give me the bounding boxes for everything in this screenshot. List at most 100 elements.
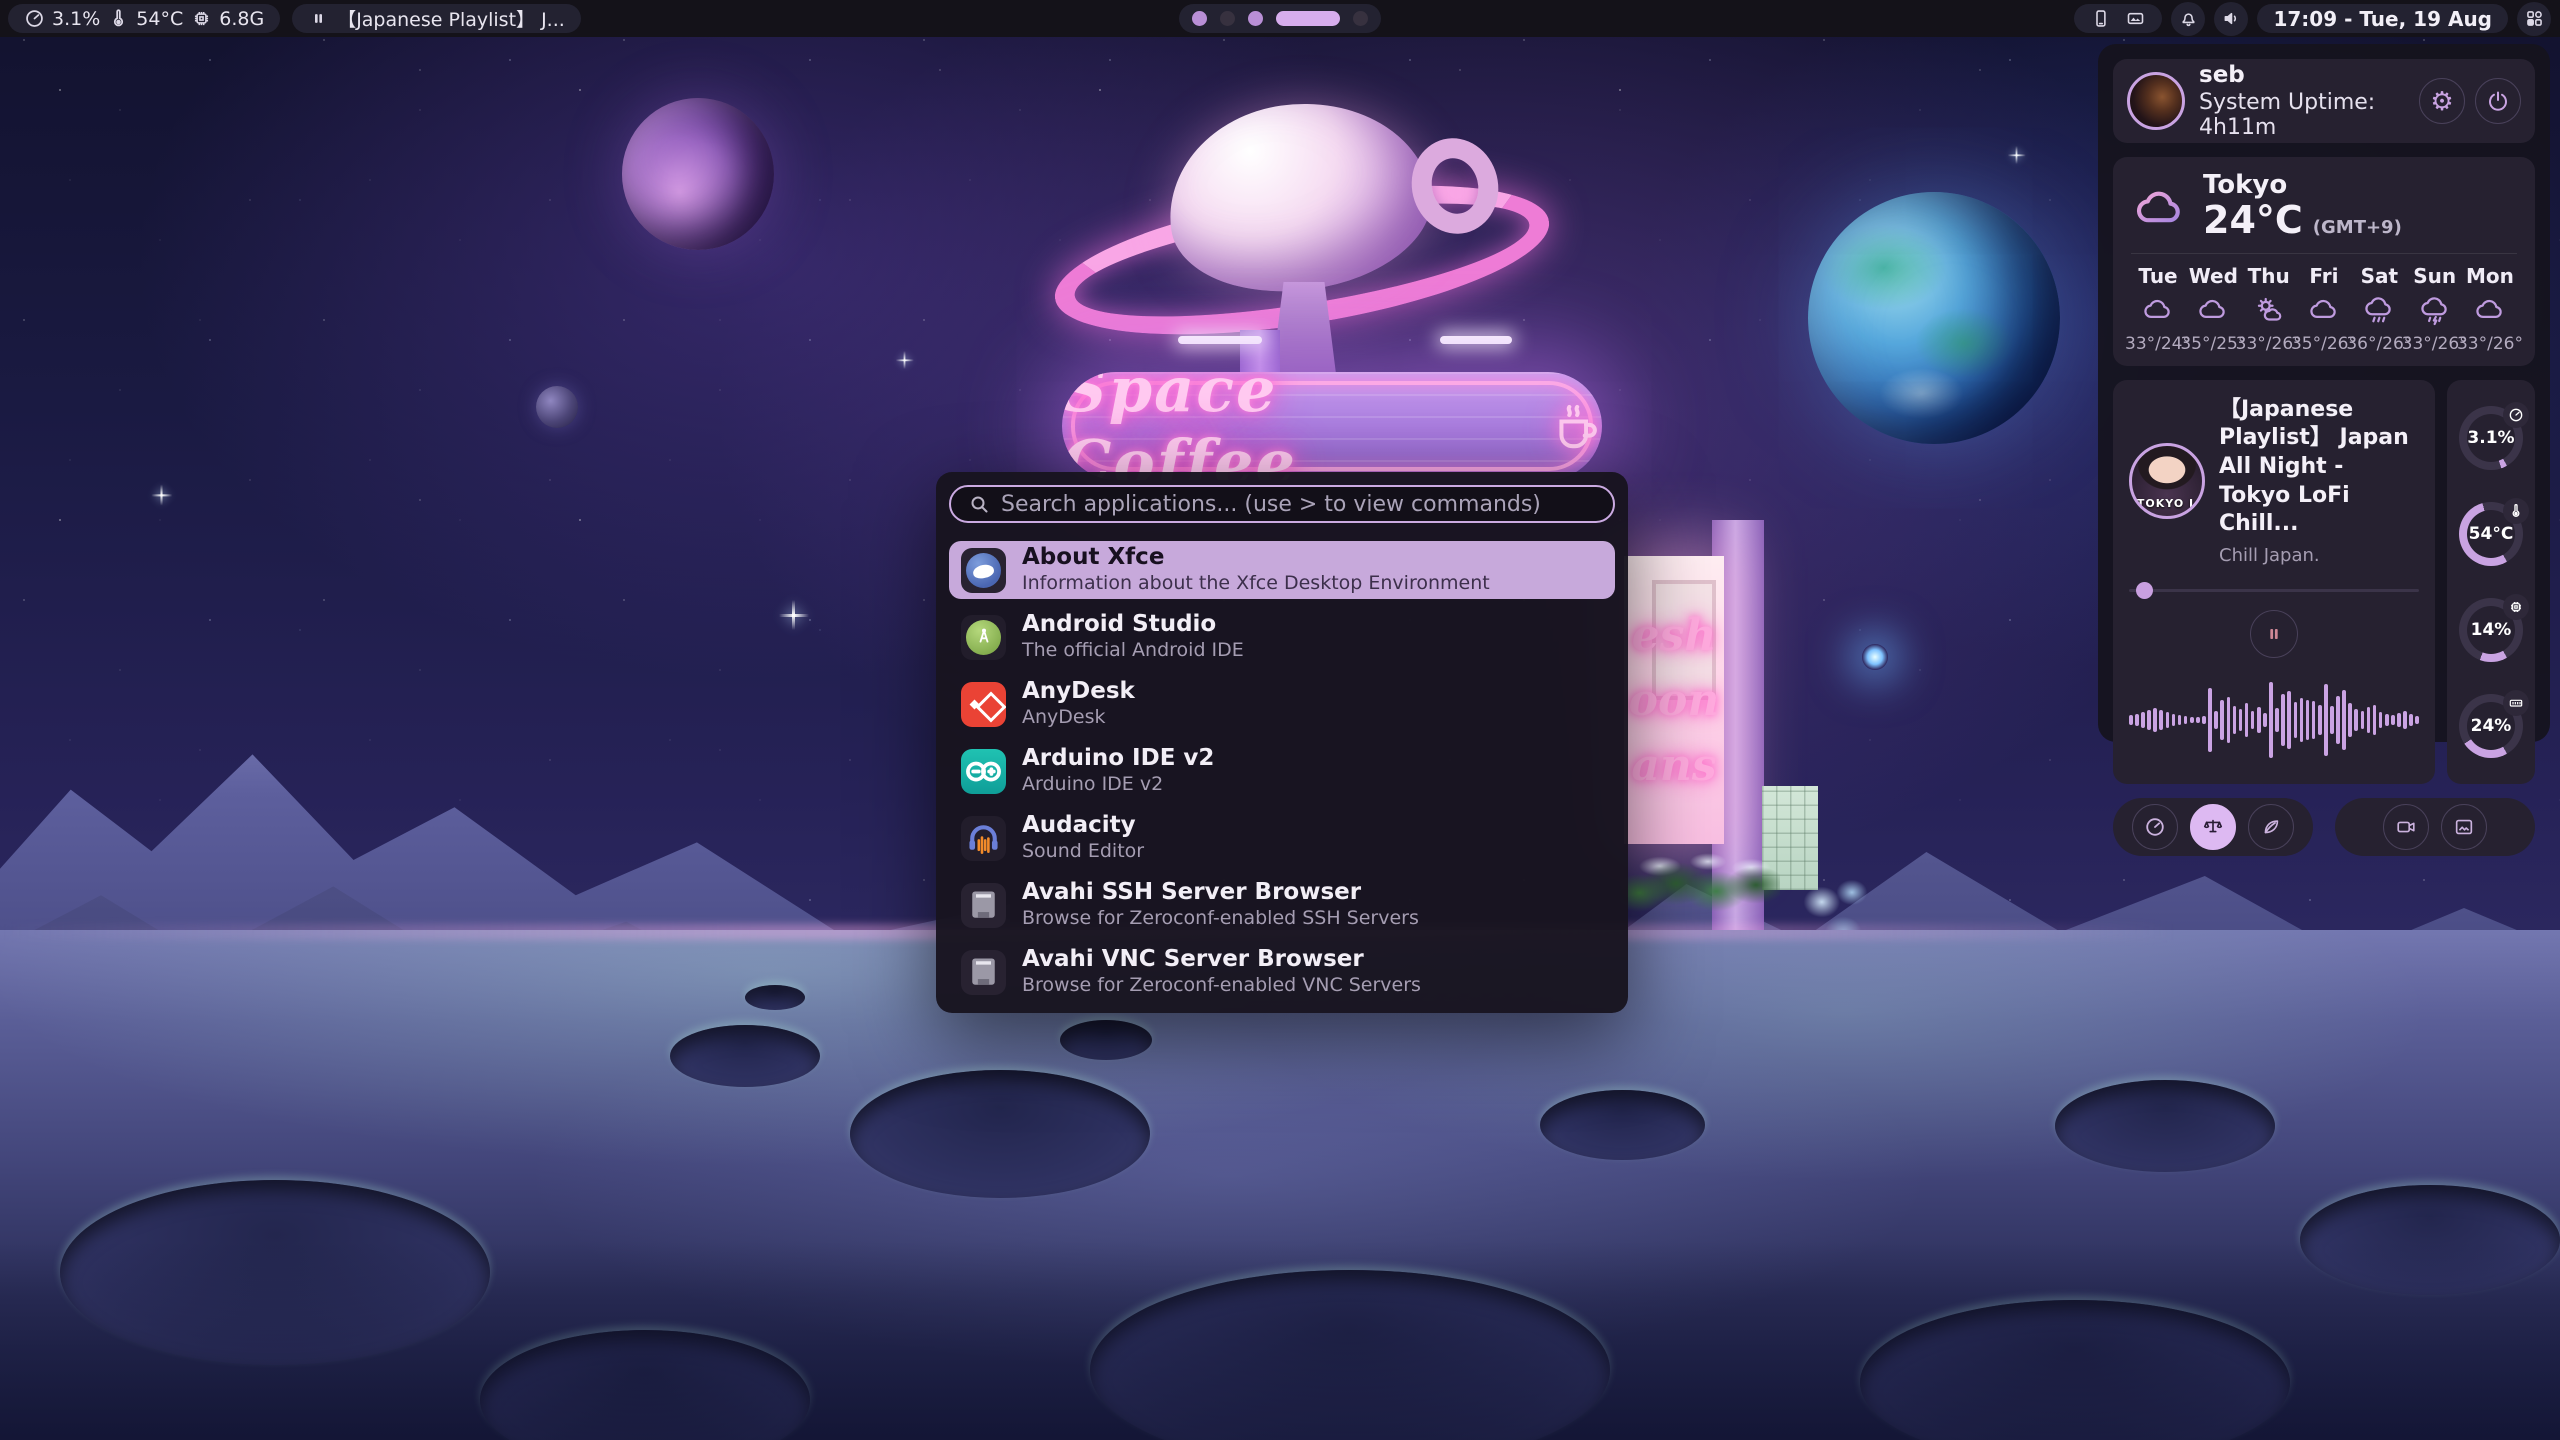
- volume-button[interactable]: [2214, 2, 2248, 36]
- scales-icon: [2202, 816, 2224, 838]
- media-progress-thumb[interactable]: [2136, 582, 2153, 599]
- screen-record-button[interactable]: [2383, 804, 2429, 850]
- screenshot-button[interactable]: [2441, 804, 2487, 850]
- search-input[interactable]: [1001, 492, 1597, 517]
- balanced-button[interactable]: [2190, 804, 2236, 850]
- crater: [1540, 1090, 1705, 1160]
- tray-devices-module[interactable]: [2074, 4, 2162, 33]
- visualizer-bar: [2220, 700, 2224, 740]
- clock-module[interactable]: 17:09 - Tue, 19 Aug: [2257, 4, 2508, 33]
- crater: [670, 1025, 820, 1087]
- visualizer-bar: [2336, 696, 2340, 744]
- user-card: seb System Uptime: 4h11m ⚙: [2113, 59, 2535, 143]
- storm-icon: [2419, 294, 2451, 328]
- visualizer-bar: [2397, 713, 2401, 727]
- seek-track: [2129, 589, 2419, 592]
- workspace-dot-active[interactable]: [1276, 11, 1340, 26]
- visualizer-bar: [2300, 698, 2304, 742]
- network-icon: [961, 883, 1006, 928]
- powersave-button[interactable]: [2248, 804, 2294, 850]
- visualizer-bar: [2385, 714, 2389, 726]
- track-artist: Chill Japan.: [2219, 545, 2419, 566]
- app-title: Avahi SSH Server Browser: [1022, 879, 1419, 907]
- workspace-dot[interactable]: [1192, 11, 1207, 26]
- app-item-android-studio[interactable]: Android Studio The official Android IDE: [949, 608, 1615, 666]
- visualizer-bar: [2373, 705, 2377, 735]
- forecast-day: Sun 33°/26°: [2408, 264, 2462, 354]
- visualizer-bar: [2153, 708, 2157, 732]
- track-title-line1: 【Japanese Playlist】 Japan: [2219, 396, 2419, 453]
- weather-card: Tokyo 24°C (GMT+9) Tue 33°/24° Wed: [2113, 157, 2535, 366]
- chip-icon: [191, 8, 212, 29]
- avatar: [2127, 72, 2185, 130]
- screenshot-icon: [2453, 816, 2475, 838]
- app-title: Avahi VNC Server Browser: [1022, 946, 1421, 974]
- notifications-button[interactable]: [2171, 2, 2205, 36]
- app-item-anydesk[interactable]: AnyDesk AnyDesk: [949, 675, 1615, 733]
- speedometer-icon: [2144, 816, 2166, 838]
- track-title-line2: All Night - Tokyo LoFi Chill...: [2219, 453, 2419, 539]
- visualizer-bar: [2245, 703, 2249, 737]
- crater: [1090, 1270, 1610, 1440]
- settings-button[interactable]: ⚙: [2419, 78, 2465, 124]
- media-player-card: TOKYO L 【Japanese Playlist】 Japan All Ni…: [2113, 380, 2435, 784]
- workspace-indicator[interactable]: [1179, 4, 1381, 33]
- top-panel: 3.1% 54°C 6.8G 【Japanese Playlist】 J...: [0, 0, 2560, 37]
- system-stats-module[interactable]: 3.1% 54°C 6.8G: [8, 4, 280, 33]
- neon-sign-text: Space Coffee: [1062, 372, 1534, 480]
- crater: [2300, 1185, 2560, 1295]
- album-art: TOKYO L: [2129, 443, 2205, 519]
- visualizer-bar: [2294, 702, 2298, 738]
- cloud-icon: [2474, 294, 2506, 328]
- pause-icon: [2263, 623, 2285, 645]
- now-playing-module[interactable]: 【Japanese Playlist】 J...: [292, 4, 581, 33]
- visualizer-bar: [2178, 715, 2182, 725]
- workspace-dot[interactable]: [1353, 11, 1368, 26]
- temp-gauge: 54°C: [2459, 502, 2523, 566]
- forecast-day: Fri 35°/26°: [2297, 264, 2351, 354]
- power-button[interactable]: [2475, 78, 2521, 124]
- forecast-day: Sat 36°/26°: [2352, 264, 2406, 354]
- app-description: The official Android IDE: [1022, 639, 1244, 663]
- visualizer-bar: [2202, 716, 2206, 724]
- disk-gauge: 24%: [2459, 694, 2523, 758]
- app-item-avahi-ssh[interactable]: Avahi SSH Server Browser Browse for Zero…: [949, 876, 1615, 934]
- cpu-temp: 54°C: [136, 8, 183, 30]
- app-title: Audacity: [1022, 812, 1144, 840]
- seek-slider[interactable]: [2129, 582, 2419, 598]
- performance-button[interactable]: [2132, 804, 2178, 850]
- volume-icon: [2221, 8, 2242, 29]
- visualizer-bar: [2159, 710, 2163, 730]
- visualizer-bar: [2214, 711, 2218, 729]
- workspace-dot[interactable]: [1220, 11, 1235, 26]
- desktop: Space Coffee esh oon ans: [0, 0, 2560, 1440]
- forecast-day: Mon 33°/26°: [2463, 264, 2517, 354]
- visualizer-bar: [2287, 691, 2291, 749]
- app-item-about-xfce[interactable]: About Xfce Information about the Xfce De…: [949, 541, 1615, 599]
- grid-icon: [2524, 8, 2545, 29]
- username: seb: [2199, 62, 2405, 88]
- visualizer-bar: [2184, 716, 2188, 724]
- cloud-icon: [2131, 182, 2189, 230]
- app-item-arduino-ide[interactable]: Arduino IDE v2 Arduino IDE v2: [949, 742, 1615, 800]
- visualizer-bar: [2239, 709, 2243, 731]
- app-grid-button[interactable]: [2517, 2, 2551, 36]
- visualizer-bar: [2208, 688, 2212, 752]
- widgets-sidebar: seb System Uptime: 4h11m ⚙ Tokyo: [2098, 44, 2550, 742]
- visualizer-bar: [2324, 684, 2328, 756]
- workspace-dot[interactable]: [1248, 11, 1263, 26]
- video-camera-icon: [2395, 816, 2417, 838]
- ram-gauge: 14%: [2459, 598, 2523, 662]
- weather-city: Tokyo: [2203, 171, 2402, 201]
- search-bar[interactable]: [949, 485, 1615, 523]
- cloud-icon: [2142, 294, 2174, 328]
- visualizer-bar: [2306, 700, 2310, 740]
- now-playing-label: 【Japanese Playlist】 J...: [337, 5, 565, 32]
- audio-visualizer: [2129, 672, 2419, 768]
- app-item-audacity[interactable]: Audacity Sound Editor: [949, 809, 1615, 867]
- visualizer-bar: [2141, 712, 2145, 728]
- pause-button[interactable]: [2250, 610, 2298, 658]
- app-item-avahi-vnc[interactable]: Avahi VNC Server Browser Browse for Zero…: [949, 943, 1615, 1001]
- mode-button-group: [2113, 798, 2313, 856]
- visualizer-bar: [2257, 707, 2261, 733]
